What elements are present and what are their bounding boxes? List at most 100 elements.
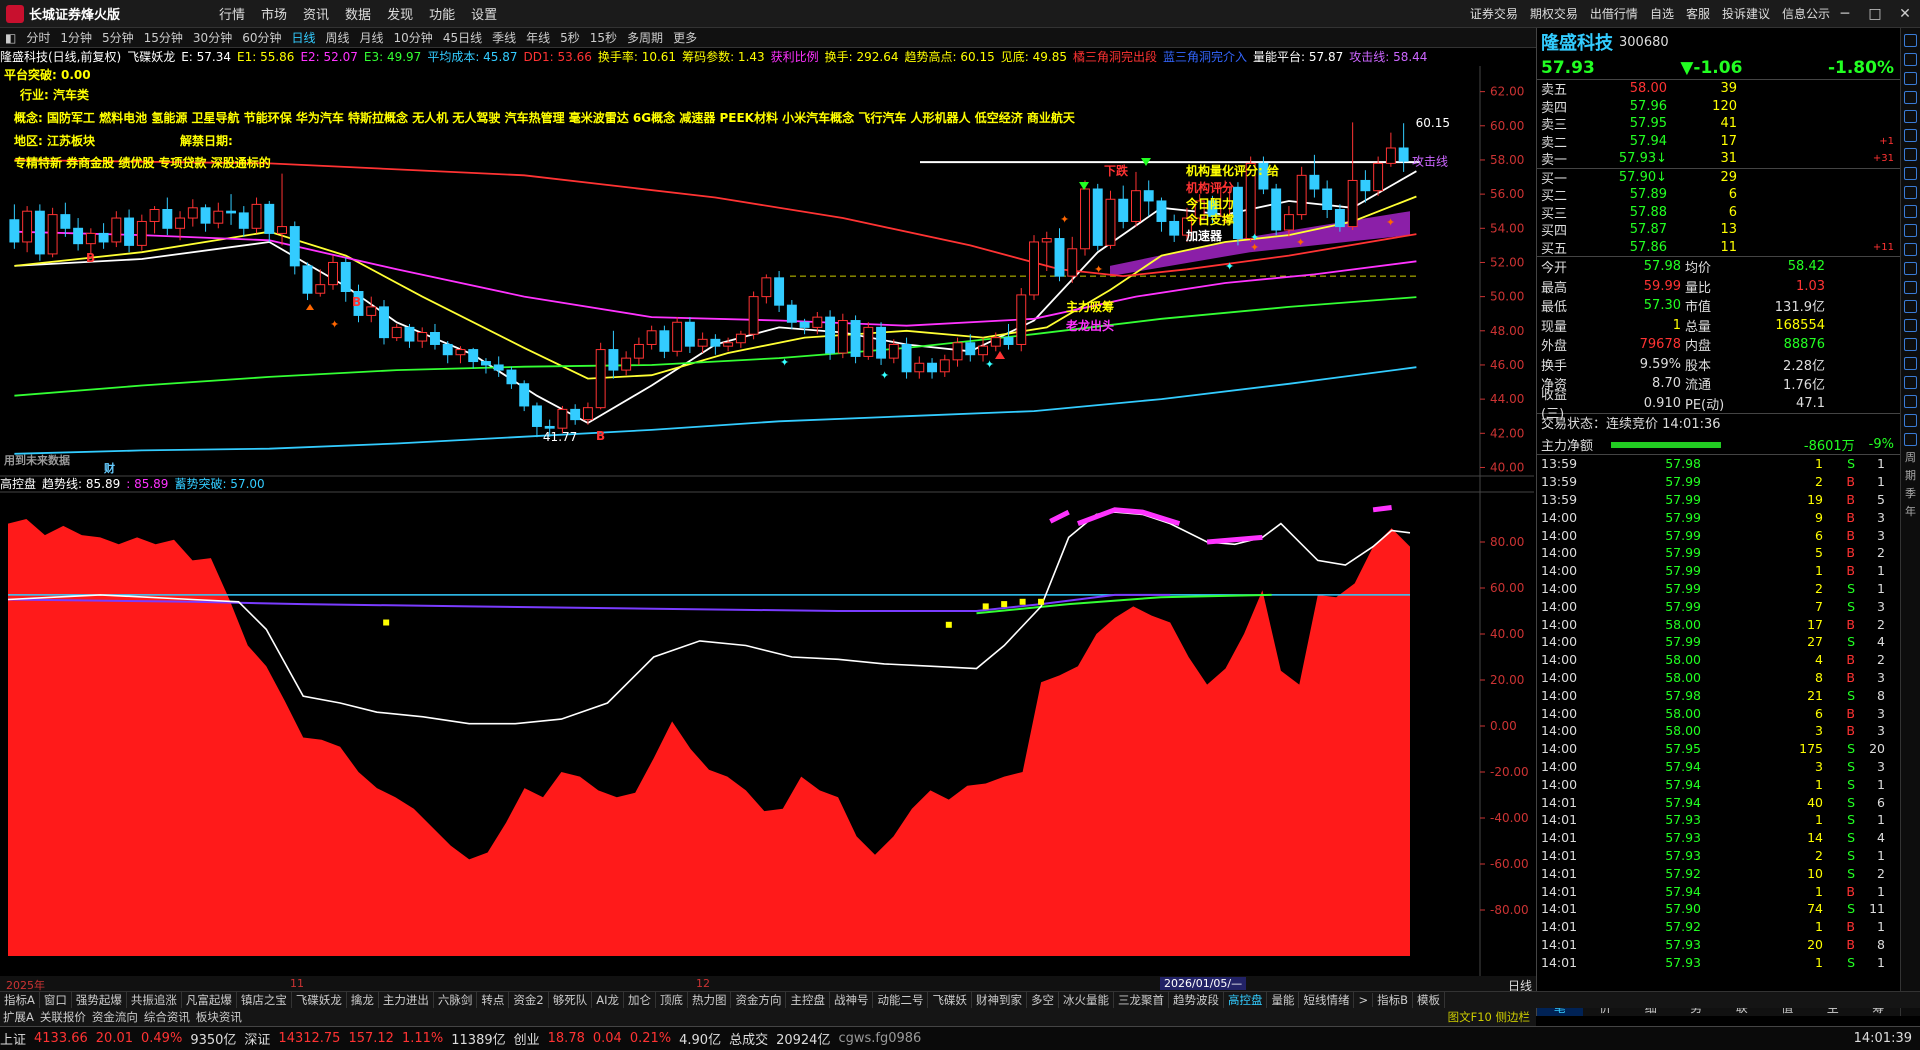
order-book-row[interactable]: 买二 57.89 6 — [1537, 186, 1900, 204]
kline-chart[interactable]: 62.00 60.00 58.00 56.00 54.00 52.00 50.00 48.00… — [0, 66, 1534, 976]
indicator-tab-7[interactable]: 擒龙 — [347, 992, 379, 1008]
menu-item-6[interactable]: 设置 — [471, 4, 497, 23]
ext-tab-3[interactable]: 综合资讯 — [141, 1009, 193, 1025]
ext-tab-1[interactable]: 关联报价 — [37, 1009, 89, 1025]
tick-list[interactable]: 13:59 57.98 1 S 1 13:59 57.99 2 B 1 13:59 57.99 19 B 5… — [1537, 455, 1900, 971]
side-tool-icon[interactable] — [1904, 414, 1917, 427]
side-tool-icon[interactable] — [1904, 129, 1917, 142]
menu-item-5[interactable]: 功能 — [429, 4, 455, 23]
side-tool-icon[interactable] — [1904, 224, 1917, 237]
indicator-tab-5[interactable]: 镇店之宝 — [237, 992, 292, 1008]
indicator-tab-0[interactable]: 指标A — [0, 992, 40, 1008]
indicator-tab-8[interactable]: 主力进出 — [379, 992, 434, 1008]
ext-tab-2[interactable]: 资金流向 — [89, 1009, 141, 1025]
indicator-tab-26[interactable]: 趋势波段 — [1169, 992, 1224, 1008]
side-tool-icon[interactable] — [1904, 338, 1917, 351]
side-tool-icon[interactable] — [1904, 91, 1917, 104]
indicator-tab-4[interactable]: 凡富起爆 — [182, 992, 237, 1008]
indicator-tab-29[interactable]: 短线情绪 — [1299, 992, 1355, 1008]
right-link-4[interactable]: 客服 — [1686, 5, 1710, 22]
period-tab-14[interactable]: 15秒 — [585, 29, 622, 46]
ext-tab-0[interactable]: 扩展A — [0, 1009, 37, 1025]
period-tab-4[interactable]: 30分钟 — [188, 29, 237, 46]
indicator-tab-23[interactable]: 多空 — [1027, 992, 1059, 1008]
indicator-tab-31[interactable]: 指标B — [1373, 992, 1413, 1008]
order-book-row[interactable]: 卖三 57.95 41 — [1537, 115, 1900, 133]
indicator-tab-2[interactable]: 强势起爆 — [72, 992, 127, 1008]
order-book-row[interactable]: 买三 57.88 6 — [1537, 204, 1900, 222]
order-book-row[interactable]: 买四 57.87 13 — [1537, 221, 1900, 239]
f10-sidebar-link[interactable]: 图文F10 侧边栏 — [1445, 1009, 1536, 1025]
indicator-tab-15[interactable]: 顶底 — [656, 992, 688, 1008]
side-period-1[interactable]: 期 — [1904, 469, 1917, 482]
period-tab-11[interactable]: 季线 — [487, 29, 521, 46]
order-book-row[interactable]: 卖一 57.93↓ 31 +31 — [1537, 150, 1900, 168]
indicator-tab-17[interactable]: 资金方向 — [731, 992, 787, 1008]
side-tool-icon[interactable] — [1904, 319, 1917, 332]
side-tool-icon[interactable] — [1904, 357, 1917, 370]
indicator-tab-18[interactable]: 主控盘 — [786, 992, 830, 1008]
side-tool-icon[interactable] — [1904, 110, 1917, 123]
maximize-icon[interactable]: □ — [1860, 6, 1890, 22]
right-link-6[interactable]: 信息公示 — [1782, 5, 1830, 22]
right-link-3[interactable]: 自选 — [1650, 5, 1674, 22]
indicator-tab-12[interactable]: 够死队 — [549, 992, 593, 1008]
right-link-0[interactable]: 证券交易 — [1470, 5, 1518, 22]
indicator-tab-14[interactable]: 加仑 — [624, 992, 656, 1008]
side-tool-icon[interactable] — [1904, 376, 1917, 389]
indicator-tab-16[interactable]: 热力图 — [688, 992, 732, 1008]
right-link-2[interactable]: 出借行情 — [1590, 5, 1638, 22]
period-tab-10[interactable]: 45日线 — [438, 29, 487, 46]
side-tool-icon[interactable] — [1904, 395, 1917, 408]
close-icon[interactable]: ✕ — [1890, 6, 1920, 22]
menu-item-1[interactable]: 市场 — [261, 4, 287, 23]
side-tool-icon[interactable] — [1904, 281, 1917, 294]
side-tool-icon[interactable] — [1904, 148, 1917, 161]
period-tab-12[interactable]: 年线 — [521, 29, 555, 46]
order-book-row[interactable]: 卖四 57.96 120 — [1537, 98, 1900, 116]
side-period-2[interactable]: 季 — [1904, 487, 1917, 500]
indicator-tab-11[interactable]: 资金2 — [509, 992, 549, 1008]
period-tab-1[interactable]: 1分钟 — [55, 29, 97, 46]
indicator-tab-24[interactable]: 冰火量能 — [1059, 992, 1114, 1008]
indicator-tab-28[interactable]: 量能 — [1267, 992, 1300, 1008]
side-period-0[interactable]: 周 — [1904, 451, 1917, 464]
order-book-row[interactable]: 卖五 58.00 39 — [1537, 80, 1900, 98]
period-tab-3[interactable]: 15分钟 — [139, 29, 188, 46]
menu-item-3[interactable]: 数据 — [345, 4, 371, 23]
period-tab-5[interactable]: 60分钟 — [237, 29, 286, 46]
side-tool-icon[interactable] — [1904, 34, 1917, 47]
menu-item-2[interactable]: 资讯 — [303, 4, 329, 23]
panel-toggle-icon[interactable]: ◧ — [0, 31, 21, 45]
side-tool-icon[interactable] — [1904, 205, 1917, 218]
indicator-tab-32[interactable]: 模板 — [1413, 992, 1445, 1008]
side-tool-icon[interactable] — [1904, 300, 1917, 313]
ext-tab-4[interactable]: 板块资讯 — [193, 1009, 245, 1025]
indicator-tab-1[interactable]: 窗口 — [40, 992, 72, 1008]
indicator-tab-3[interactable]: 共振追涨 — [127, 992, 182, 1008]
minimize-icon[interactable]: ─ — [1830, 6, 1860, 22]
side-tool-icon[interactable] — [1904, 167, 1917, 180]
indicator-tab-9[interactable]: 六脉剑 — [434, 992, 478, 1008]
side-tool-icon[interactable] — [1904, 53, 1917, 66]
side-tool-icon[interactable] — [1904, 433, 1917, 446]
side-tool-icon[interactable] — [1904, 72, 1917, 85]
menu-item-0[interactable]: 行情 — [219, 4, 245, 23]
side-period-3[interactable]: 年 — [1904, 505, 1917, 518]
right-link-5[interactable]: 投诉建议 — [1722, 5, 1770, 22]
period-tab-7[interactable]: 周线 — [321, 29, 355, 46]
indicator-tab-20[interactable]: 动能二号 — [873, 992, 929, 1008]
period-tab-8[interactable]: 月线 — [355, 29, 389, 46]
indicator-tab-10[interactable]: 转点 — [477, 992, 510, 1008]
period-tab-0[interactable]: 分时 — [21, 29, 55, 46]
side-tool-icon[interactable] — [1904, 262, 1917, 275]
order-book-row[interactable]: 买五 57.86 11 +11 — [1537, 239, 1900, 257]
period-tab-15[interactable]: 多周期 — [622, 29, 668, 46]
indicator-tab-27[interactable]: 高控盘 — [1224, 992, 1268, 1008]
side-tool-icon[interactable] — [1904, 186, 1917, 199]
indicator-tab-19[interactable]: 战神号 — [830, 992, 874, 1008]
indicator-tab-13[interactable]: AI龙 — [592, 992, 624, 1008]
period-tab-13[interactable]: 5秒 — [555, 29, 585, 46]
menu-item-4[interactable]: 发现 — [387, 4, 413, 23]
indicator-tab-25[interactable]: 三龙聚首 — [1114, 992, 1169, 1008]
